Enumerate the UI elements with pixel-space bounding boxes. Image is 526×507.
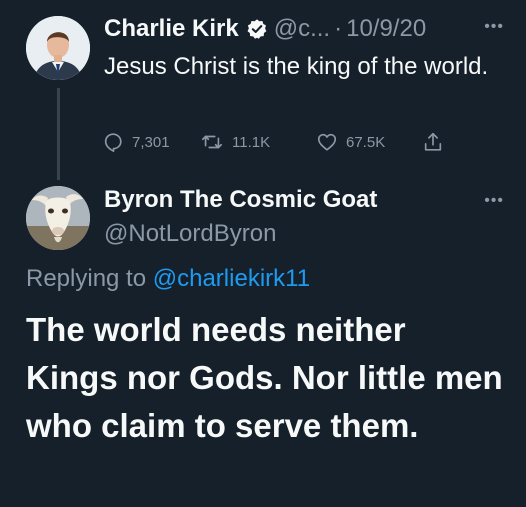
more-options-icon[interactable]: •••	[484, 18, 504, 36]
thread-connector-line	[57, 88, 60, 180]
replying-to-label: Replying to	[26, 265, 147, 292]
avatar-portrait	[26, 16, 90, 80]
avatar-goat[interactable]	[26, 186, 90, 250]
reply-button[interactable]: 7,301	[102, 129, 170, 155]
heart-icon	[317, 133, 337, 151]
tweet-text: Jesus Christ is the king of the world.	[104, 53, 489, 80]
goat-avatar-image	[26, 186, 90, 250]
avatar-charlie-kirk[interactable]	[26, 16, 90, 80]
reply-author-handle[interactable]: @NotLordByron	[104, 220, 276, 248]
retweet-count: 11.1K	[232, 133, 271, 151]
share-button[interactable]	[422, 129, 444, 155]
reply-count: 7,301	[132, 133, 170, 151]
tweet-thread: Charlie Kirk @c... · 10/9/20 ••• Jesus C…	[0, 0, 526, 507]
author-handle[interactable]: @c...	[274, 15, 330, 43]
tweet-action-bar: 7,301 11.1K 67.5K	[102, 129, 462, 155]
author-name[interactable]: Charlie Kirk	[104, 15, 239, 43]
like-button[interactable]: 67.5K	[316, 129, 385, 155]
date-separator: ·	[334, 15, 343, 42]
reply-icon	[104, 133, 122, 152]
verified-badge-icon	[246, 18, 268, 40]
reply-text: The world needs neither Kings nor Gods. …	[26, 311, 503, 444]
like-count: 67.5K	[346, 133, 386, 151]
tweet-date[interactable]: 10/9/20	[346, 15, 426, 43]
reply-more-options-icon[interactable]: •••	[484, 192, 504, 210]
retweet-button[interactable]: 11.1K	[200, 129, 270, 155]
share-icon	[424, 132, 442, 151]
tweet-header: Charlie Kirk @c... · 10/9/20	[104, 12, 426, 46]
replying-to-mention-link[interactable]: @charliekirk11	[153, 265, 310, 292]
reply-author-name[interactable]: Byron The Cosmic Goat	[104, 186, 377, 214]
retweet-icon	[202, 135, 222, 149]
replying-to-line: Replying to @charliekirk11	[26, 265, 310, 293]
